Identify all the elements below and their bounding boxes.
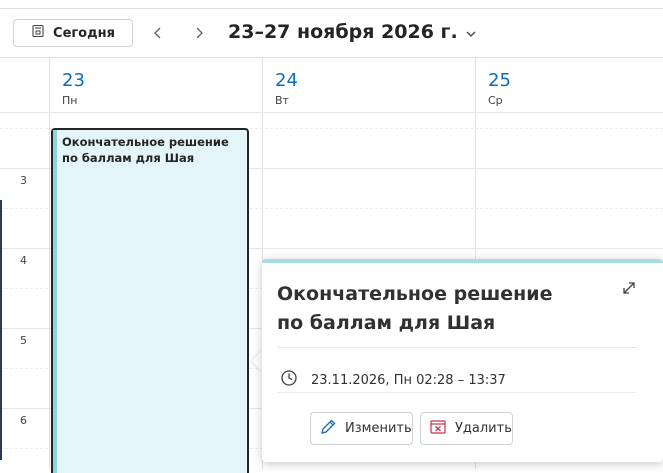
- window-edge: [0, 200, 2, 460]
- chevron-left-icon: [153, 24, 163, 43]
- day-number: 24: [275, 70, 298, 91]
- calendar-today-icon: [31, 24, 45, 42]
- delete-label: Удалить: [455, 421, 512, 436]
- pencil-icon: [319, 418, 337, 440]
- calendar-event[interactable]: Окончательное решение по баллам для Шая: [51, 128, 249, 473]
- event-details-popup: Окончательное решение по баллам для Шая …: [262, 259, 663, 462]
- today-label: Сегодня: [53, 25, 115, 41]
- day-name: Ср: [488, 94, 503, 107]
- hour-label: 3: [20, 174, 27, 187]
- expand-icon: [621, 281, 637, 300]
- day-header[interactable]: 24 Вт: [263, 58, 475, 113]
- event-time: 23.11.2026, Пн 02:28 – 13:37: [311, 372, 506, 388]
- chevron-down-icon: [466, 21, 476, 43]
- hour-label: 5: [20, 334, 27, 347]
- delete-button[interactable]: Удалить: [420, 412, 513, 445]
- day-header[interactable]: 23 Пн: [50, 58, 262, 113]
- today-button[interactable]: Сегодня: [13, 19, 133, 47]
- event-time-row: 23.11.2026, Пн 02:28 – 13:37: [280, 369, 506, 391]
- chevron-right-icon: [194, 24, 204, 43]
- event-color-bar: [53, 130, 57, 473]
- hour-label: 6: [20, 414, 27, 427]
- expand-button[interactable]: [621, 280, 639, 298]
- event-title: Окончательное решение по баллам для Шая: [62, 135, 229, 165]
- day-number: 25: [488, 70, 511, 91]
- previous-week-button[interactable]: [149, 23, 167, 43]
- edit-label: Изменить: [345, 421, 412, 436]
- popup-divider: [277, 347, 637, 348]
- calendar-toolbar: Сегодня 23–27 ноября 2026 г.: [0, 9, 663, 58]
- date-range-label: 23–27 ноября 2026 г.: [228, 21, 458, 43]
- hour-line: [0, 112, 663, 113]
- day-name: Вт: [275, 94, 289, 107]
- clock-icon: [280, 369, 298, 391]
- hour-label: 4: [20, 254, 27, 267]
- day-name: Пн: [62, 94, 78, 107]
- popup-divider: [277, 392, 637, 393]
- next-week-button[interactable]: [190, 23, 208, 43]
- popup-title: Окончательное решение по баллам для Шая: [277, 283, 553, 334]
- date-range-picker[interactable]: 23–27 ноября 2026 г.: [228, 21, 476, 43]
- time-gutter-header: [0, 58, 49, 113]
- window-top-border: [0, 0, 663, 9]
- day-number: 23: [62, 70, 85, 91]
- edit-button[interactable]: Изменить: [310, 412, 413, 445]
- delete-calendar-icon: [429, 418, 447, 440]
- day-header[interactable]: 25 Ср: [476, 58, 663, 113]
